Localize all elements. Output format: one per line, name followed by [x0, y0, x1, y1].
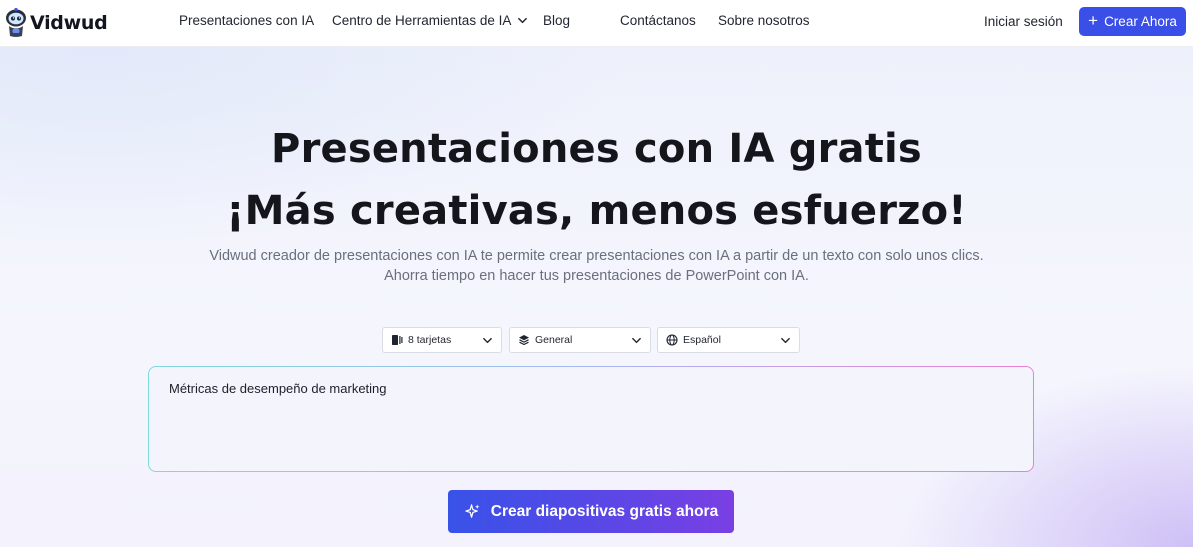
cards-icon — [392, 335, 403, 345]
sparkle-icon — [465, 504, 480, 518]
nav-item-herramientas[interactable]: Centro de Herramientas de IA — [332, 13, 528, 28]
nav-item-label: Sobre nosotros — [718, 13, 810, 28]
globe-icon — [666, 334, 678, 346]
hero-title-line-1: Presentaciones con IA gratis — [271, 126, 922, 172]
hero-title-line-2: ¡Más creativas, menos esfuerzo! — [226, 188, 967, 234]
brand-name: Vidwud — [30, 12, 108, 34]
login-link[interactable]: Iniciar sesión — [984, 14, 1063, 29]
nav-item-contactanos[interactable]: Contáctanos — [620, 13, 696, 28]
chevron-down-icon — [632, 337, 641, 343]
cards-count-value: 8 tarjetas — [408, 334, 452, 346]
cards-count-select[interactable]: 8 tarjetas — [382, 327, 502, 353]
hero-section: Presentaciones con IA gratis ¡Más creati… — [0, 47, 1193, 547]
nav-item-label: Blog — [543, 13, 571, 28]
prompt-input[interactable]: Métricas de desempeño de marketing — [149, 367, 1033, 471]
hero-subtitle-line-1: Vidwud creador de presentaciones con IA … — [209, 248, 984, 264]
language-select[interactable]: Español — [657, 327, 800, 353]
nav-item-presentaciones[interactable]: Presentaciones con IA — [179, 13, 314, 28]
nav-item-label: Presentaciones con IA — [179, 13, 315, 28]
plus-icon: + — [1088, 11, 1099, 30]
chevron-down-icon — [518, 17, 528, 24]
style-select[interactable]: General — [509, 327, 651, 353]
vidwud-logo[interactable]: Vidwud — [4, 6, 108, 40]
create-now-label: Crear Ahora — [1104, 14, 1177, 29]
language-value: Español — [683, 334, 721, 346]
nav-item-sobre-nosotros[interactable]: Sobre nosotros — [718, 13, 810, 28]
create-now-button[interactable]: + Crear Ahora — [1079, 7, 1186, 36]
style-value: General — [535, 334, 573, 346]
nav-item-label: Centro de Herramientas de IA — [332, 13, 512, 28]
nav-item-label: Contáctanos — [620, 13, 696, 28]
prompt-textbox-frame: Métricas de desempeño de marketing — [148, 366, 1034, 472]
generate-slides-label: Crear diapositivas gratis ahora — [490, 502, 719, 520]
chevron-down-icon — [483, 337, 492, 343]
nav-item-blog[interactable]: Blog — [543, 13, 570, 28]
hero-subtitle-line-2: Ahorra tiempo en hacer tus presentacione… — [384, 268, 809, 284]
robot-mascot-icon — [6, 8, 26, 37]
chevron-down-icon — [781, 337, 790, 343]
generate-slides-button[interactable]: Crear diapositivas gratis ahora — [448, 490, 734, 533]
layers-icon — [519, 335, 529, 346]
top-nav-bar: Vidwud Presentaciones con IA Centro de H… — [0, 0, 1193, 47]
